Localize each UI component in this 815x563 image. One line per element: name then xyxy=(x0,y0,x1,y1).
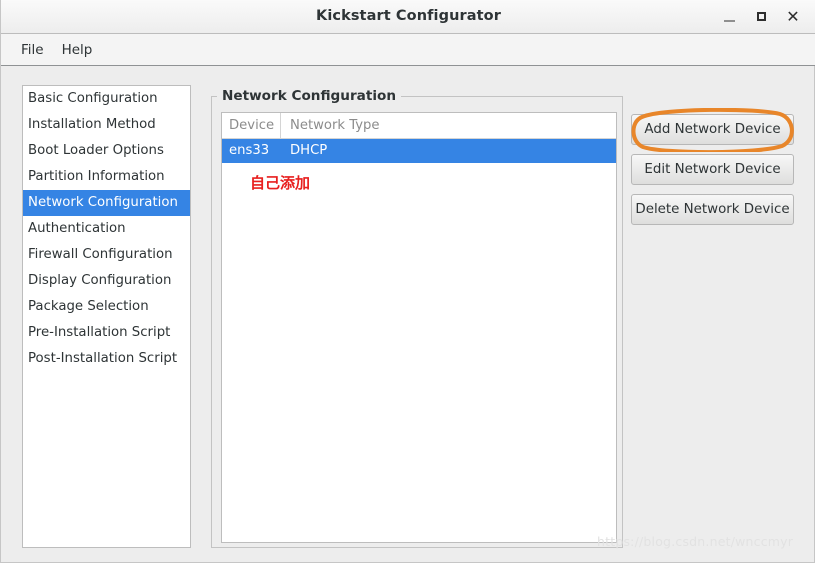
sidebar-item-pre-installation-script[interactable]: Pre-Installation Script xyxy=(23,320,190,346)
sidebar-item-authentication[interactable]: Authentication xyxy=(23,216,190,242)
kickstart-configurator-window: Kickstart Configurator ✕ File Help Basic… xyxy=(0,0,815,563)
close-button[interactable]: ✕ xyxy=(778,2,808,32)
section-list[interactable]: Basic Configuration Installation Method … xyxy=(22,85,191,548)
group-title: Network Configuration xyxy=(217,88,401,104)
watermark: https://blog.csdn.net/wnccmyr xyxy=(597,534,794,549)
table-row[interactable]: ens33 DHCP xyxy=(222,139,616,163)
sidebar-item-partition-information[interactable]: Partition Information xyxy=(23,164,190,190)
sidebar-item-installation-method[interactable]: Installation Method xyxy=(23,112,190,138)
minimize-button[interactable] xyxy=(714,2,744,32)
table-header-row: Device Network Type xyxy=(222,113,616,139)
sidebar-item-post-installation-script[interactable]: Post-Installation Script xyxy=(23,346,190,372)
column-header-device[interactable]: Device xyxy=(222,113,281,138)
maximize-button[interactable] xyxy=(746,2,776,32)
edit-network-device-button[interactable]: Edit Network Device xyxy=(631,154,794,185)
sidebar-item-firewall-configuration[interactable]: Firewall Configuration xyxy=(23,242,190,268)
sidebar-item-network-configuration[interactable]: Network Configuration xyxy=(23,190,190,216)
window-title: Kickstart Configurator xyxy=(315,8,501,24)
cell-device: ens33 xyxy=(229,143,270,158)
network-device-table[interactable]: Device Network Type ens33 DHCP 自己添加 xyxy=(221,112,617,543)
cell-network-type: DHCP xyxy=(290,143,328,158)
sidebar-item-basic-configuration[interactable]: Basic Configuration xyxy=(23,86,190,112)
menu-item-file[interactable]: File xyxy=(12,39,53,61)
annotation-text: 自己添加 xyxy=(250,174,311,192)
menu-item-help[interactable]: Help xyxy=(53,39,102,61)
column-header-network-type[interactable]: Network Type xyxy=(281,113,616,138)
minimize-icon xyxy=(723,19,735,22)
sidebar-item-boot-loader-options[interactable]: Boot Loader Options xyxy=(23,138,190,164)
title-bar: Kickstart Configurator ✕ xyxy=(1,0,815,34)
device-action-buttons: Add Network Device Edit Network Device D… xyxy=(631,114,794,225)
menu-bar: File Help xyxy=(1,34,815,66)
window-controls: ✕ xyxy=(714,0,808,33)
sidebar-item-package-selection[interactable]: Package Selection xyxy=(23,294,190,320)
add-network-device-button[interactable]: Add Network Device xyxy=(631,114,794,145)
sidebar-item-display-configuration[interactable]: Display Configuration xyxy=(23,268,190,294)
delete-network-device-button[interactable]: Delete Network Device xyxy=(631,194,794,225)
close-icon: ✕ xyxy=(786,6,800,26)
maximize-icon xyxy=(756,12,766,21)
